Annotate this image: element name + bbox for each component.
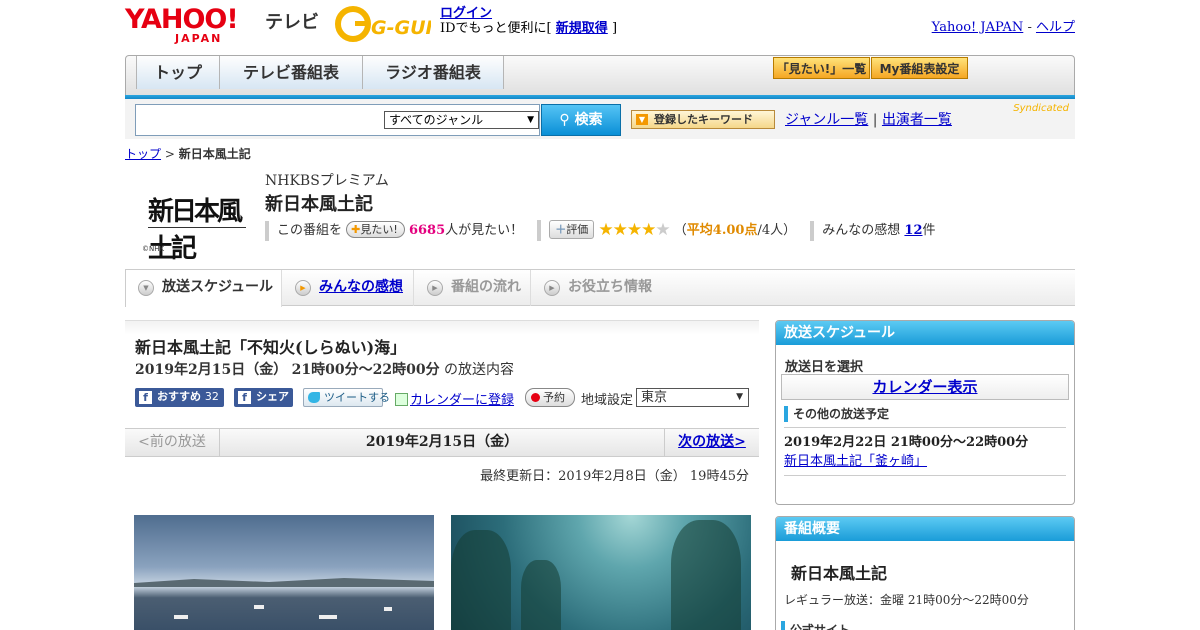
kanso-stat: みんなの感想 12件 bbox=[810, 221, 936, 241]
area-label: 地域設定 bbox=[581, 393, 634, 408]
breadcrumb: トップ > 新日本風土記 bbox=[125, 147, 251, 161]
overview-heading: 番組概要 bbox=[776, 517, 1074, 541]
tv-service-label: テレビ bbox=[265, 12, 319, 33]
help-link[interactable]: ヘルプ bbox=[1036, 20, 1075, 35]
breadcrumb-current: 新日本風土記 bbox=[178, 147, 251, 161]
episode-main: 新日本風土記「不知火(しらぬい)海」 2019年2月15日（金） 21時00分～… bbox=[125, 320, 759, 630]
tab-schedule[interactable]: ▼ 放送スケジュール bbox=[125, 270, 282, 307]
play-arrow-icon: ▶ bbox=[544, 280, 560, 296]
chevron-down-icon: ▼ bbox=[527, 115, 534, 125]
rate-button[interactable]: ＋評価 bbox=[549, 220, 595, 239]
performer-list-link[interactable]: 出演者一覧 bbox=[882, 112, 952, 128]
login-area: ログイン IDでもっと便利に[ 新規取得 ] bbox=[440, 6, 618, 36]
mitai-count: 6685 bbox=[408, 223, 446, 238]
genre-list-link[interactable]: ジャンル一覧 bbox=[785, 112, 868, 128]
kanso-count-link[interactable]: 12 bbox=[904, 223, 922, 238]
mitai-button[interactable]: ✚見たい! bbox=[346, 221, 405, 238]
rating-stat: ＋評価 ★★★★★ （平均4.00点/4人） bbox=[537, 220, 796, 241]
nav-tab-radio-listings[interactable]: ラジオ番組表 bbox=[363, 56, 504, 89]
chevron-down-icon: ▼ bbox=[138, 280, 154, 296]
mitai-list-button[interactable]: 「見たい!」一覧 bbox=[773, 57, 870, 79]
yahoo-japan-logo[interactable]: YAHOO! JAPAN bbox=[125, 6, 239, 45]
schedule-heading: 放送スケジュール bbox=[776, 321, 1074, 345]
gguide-logo: G-GUIDE bbox=[335, 6, 431, 42]
svg-text:G-GUIDE: G-GUIDE bbox=[371, 17, 431, 39]
header-links: Yahoo! JAPAN - ヘルプ bbox=[931, 20, 1075, 35]
mitai-stat: この番組を ✚見たい! 6685人が見たい！ bbox=[265, 221, 523, 241]
facebook-icon: f bbox=[139, 391, 152, 404]
other-broadcasts-label: その他の放送予定 bbox=[784, 406, 889, 422]
rating-average: 平均4.00点 bbox=[686, 223, 758, 238]
select-date-label: 放送日を選択 bbox=[785, 360, 864, 375]
next-broadcast[interactable]: 次の放送> bbox=[664, 429, 759, 456]
facebook-share-button[interactable]: f シェア bbox=[234, 388, 293, 407]
my-bangumi-settings-button[interactable]: My番組表設定 bbox=[871, 57, 968, 79]
facebook-recommend-button[interactable]: f おすすめ 32 bbox=[135, 388, 224, 407]
schedule-panel: 放送スケジュール 放送日を選択 カレンダー表示 その他の放送予定 2019年2月… bbox=[775, 320, 1075, 505]
play-arrow-icon: ▶ bbox=[295, 280, 311, 296]
program-logo: 新日本風土記 ©NHK bbox=[140, 183, 250, 264]
triangle-down-icon: ▼ bbox=[636, 114, 648, 125]
official-site-label: 公式サイト bbox=[781, 621, 850, 630]
program-title: 新日本風土記 bbox=[265, 194, 373, 215]
program-tabs: ▼ 放送スケジュール ▶ みんなの感想 ▶ 番組の流れ ▶ お役立ち情報 bbox=[125, 269, 1075, 307]
episode-box: 新日本風土記「不知火(しらぬい)海」 2019年2月15日（金） 21時00分～… bbox=[125, 320, 759, 418]
play-arrow-icon: ▶ bbox=[427, 280, 443, 296]
episode-photo-underwater bbox=[451, 515, 751, 630]
area-select[interactable]: 東京 ▼ bbox=[636, 388, 749, 407]
episode-title: 新日本風土記「不知火(しらぬい)海」 bbox=[135, 338, 407, 357]
yahoo-japan-link[interactable]: Yahoo! JAPAN bbox=[932, 20, 1024, 35]
magnifier-icon: ⚲ bbox=[559, 112, 570, 128]
register-link[interactable]: 新規取得 bbox=[556, 21, 608, 36]
channel-name: NHKBSプレミアム bbox=[265, 173, 389, 189]
program-header: 新日本風土記 ©NHK NHKBSプレミアム 新日本風土記 この番組を ✚見たい… bbox=[125, 168, 1075, 264]
star-rating: ★★★★★ bbox=[598, 220, 670, 240]
other-broadcast-date: 2019年2月22日 21時00分～22時00分 bbox=[784, 435, 1029, 450]
search-bar: すべてのジャンル ▼ ⚲ 検索 ▼ 登録したキーワード ジャンル一覧 | 出演者… bbox=[125, 99, 1075, 139]
regular-broadcast: レギュラー放送：金曜 21時00分～22時00分 bbox=[784, 593, 1029, 607]
last-updated: 最終更新日：2019年2月8日（金） 19時45分 bbox=[480, 469, 749, 484]
genre-select[interactable]: すべてのジャンル ▼ bbox=[384, 111, 539, 129]
tab-program-flow: ▶ 番組の流れ bbox=[415, 270, 531, 306]
syndicated-gguide-logo: Syndicated bbox=[1013, 103, 1069, 114]
global-nav: トップ テレビ番組表 ラジオ番組表 「見たい!」一覧 My番組表設定 bbox=[125, 55, 1075, 100]
registered-keywords-button[interactable]: ▼ 登録したキーワード bbox=[631, 110, 775, 129]
plus-icon: ✚ bbox=[351, 223, 361, 236]
prev-broadcast: <前の放送 bbox=[125, 429, 220, 456]
record-dot-icon bbox=[531, 393, 540, 402]
chevron-down-icon: ▼ bbox=[736, 392, 743, 402]
tab-useful-info: ▶ お役立ち情報 bbox=[532, 270, 664, 306]
facebook-icon: f bbox=[238, 391, 251, 404]
breadcrumb-home[interactable]: トップ bbox=[125, 147, 161, 161]
program-stats: この番組を ✚見たい! 6685人が見たい！ ＋評価 ★★★★★ （平均4.00… bbox=[265, 220, 946, 241]
search-button[interactable]: ⚲ 検索 bbox=[541, 104, 621, 136]
current-broadcast-date: 2019年2月15日（金） bbox=[365, 434, 519, 450]
search-links: ジャンル一覧 | 出演者一覧 bbox=[785, 112, 952, 128]
broadcast-pager: <前の放送 2019年2月15日（金） 次の放送> bbox=[125, 428, 759, 457]
login-prompt: IDでもっと便利に[ bbox=[440, 21, 552, 36]
tweet-button[interactable]: ツイートする bbox=[303, 388, 390, 407]
calendar-plus-icon bbox=[395, 393, 408, 406]
overview-title: 新日本風土記 bbox=[791, 564, 888, 583]
twitter-bird-icon bbox=[308, 392, 320, 403]
plus-icon: ＋ bbox=[555, 223, 567, 236]
tab-reviews[interactable]: ▶ みんなの感想 bbox=[283, 270, 414, 306]
site-header: YAHOO! JAPAN テレビ G-GUIDE ログイン IDでもっと便利に[… bbox=[125, 6, 1075, 50]
calendar-register[interactable]: カレンダーに登録 bbox=[395, 389, 514, 408]
login-link[interactable]: ログイン bbox=[440, 6, 492, 21]
overview-panel: 番組概要 新日本風土記 レギュラー放送：金曜 21時00分～22時00分 公式サ… bbox=[775, 516, 1075, 630]
reserve-button[interactable]: 予約 bbox=[525, 388, 575, 407]
nav-tab-tv-listings[interactable]: テレビ番組表 bbox=[220, 56, 363, 89]
episode-date: 2019年2月15日（金） 21時00分～22時00分 の放送内容 bbox=[135, 362, 515, 378]
episode-photo-sea bbox=[134, 515, 434, 630]
calendar-display-button[interactable]: カレンダー表示 bbox=[781, 374, 1069, 400]
other-broadcast-link[interactable]: 新日本風土記「釜ヶ崎」 bbox=[784, 450, 927, 469]
nav-tab-top[interactable]: トップ bbox=[136, 56, 220, 89]
